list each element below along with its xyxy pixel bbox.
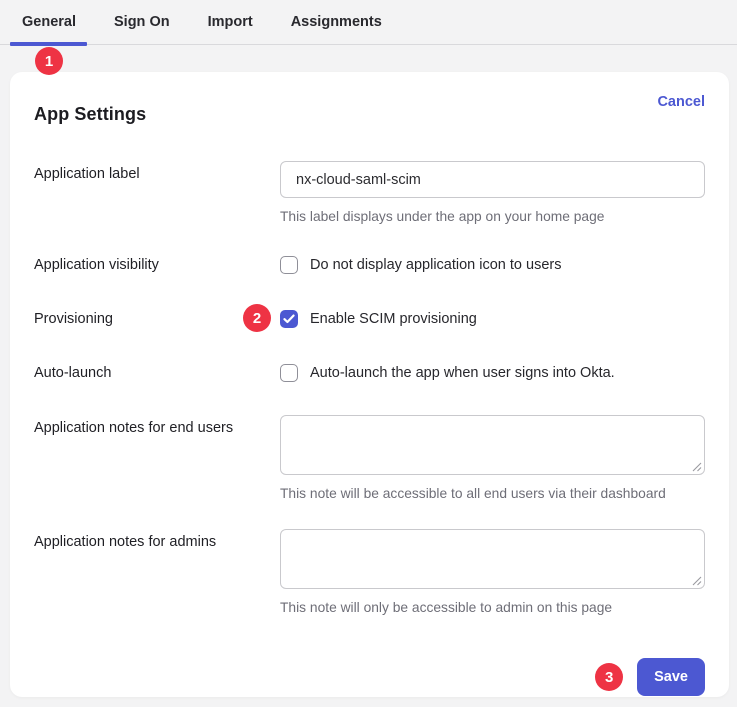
notes-admins-helper: This note will only be accessible to adm…	[280, 599, 705, 616]
row-auto-launch: Auto-launch Auto-launch the app when use…	[34, 363, 705, 383]
notes-end-users-textarea[interactable]	[280, 415, 705, 475]
application-visibility-checkbox-label[interactable]: Do not display application icon to users	[310, 256, 561, 274]
resize-handle-icon[interactable]	[692, 576, 702, 586]
notes-end-users-label: Application notes for end users	[34, 415, 280, 437]
row-provisioning: Provisioning 2 Enable SCIM provisioning	[34, 309, 705, 329]
application-visibility-checkbox[interactable]	[280, 256, 298, 274]
auto-launch-label: Auto-launch	[34, 363, 280, 382]
notes-admins-label: Application notes for admins	[34, 529, 280, 551]
annotation-badge-1: 1	[35, 47, 63, 75]
cancel-link[interactable]: Cancel	[657, 94, 705, 110]
application-label-input[interactable]	[280, 161, 705, 198]
application-label-label: Application label	[34, 161, 280, 183]
annotation-badge-3: 3	[595, 663, 623, 691]
card-header: App Settings Cancel	[34, 98, 705, 125]
annotation-badge-2: 2	[243, 304, 271, 332]
notes-end-users-helper: This note will be accessible to all end …	[280, 485, 705, 502]
app-settings-card: App Settings Cancel Application label Th…	[10, 72, 729, 697]
tab-assignments[interactable]: Assignments	[291, 14, 382, 30]
app-tabbar: General Sign On Import Assignments	[0, 0, 737, 45]
row-notes-end-users: Application notes for end users This not…	[34, 415, 705, 502]
row-notes-admins: Application notes for admins This note w…	[34, 529, 705, 616]
page-title: App Settings	[34, 98, 146, 125]
row-application-visibility: Application visibility Do not display ap…	[34, 255, 705, 275]
active-tab-indicator	[10, 42, 87, 46]
tab-general[interactable]: General	[22, 14, 76, 30]
application-visibility-label: Application visibility	[34, 255, 280, 274]
application-label-helper: This label displays under the app on you…	[280, 208, 705, 225]
auto-launch-checkbox[interactable]	[280, 364, 298, 382]
auto-launch-checkbox-label[interactable]: Auto-launch the app when user signs into…	[310, 364, 615, 382]
checkmark-icon	[283, 314, 295, 324]
provisioning-checkbox[interactable]	[280, 310, 298, 328]
tab-sign-on[interactable]: Sign On	[114, 14, 170, 30]
save-button[interactable]: Save	[637, 658, 705, 696]
provisioning-checkbox-label[interactable]: Enable SCIM provisioning	[310, 310, 477, 328]
notes-admins-textarea[interactable]	[280, 529, 705, 589]
resize-handle-icon[interactable]	[692, 462, 702, 472]
tab-import[interactable]: Import	[208, 14, 253, 30]
card-footer: 3 Save	[34, 658, 705, 696]
row-application-label: Application label This label displays un…	[34, 161, 705, 225]
